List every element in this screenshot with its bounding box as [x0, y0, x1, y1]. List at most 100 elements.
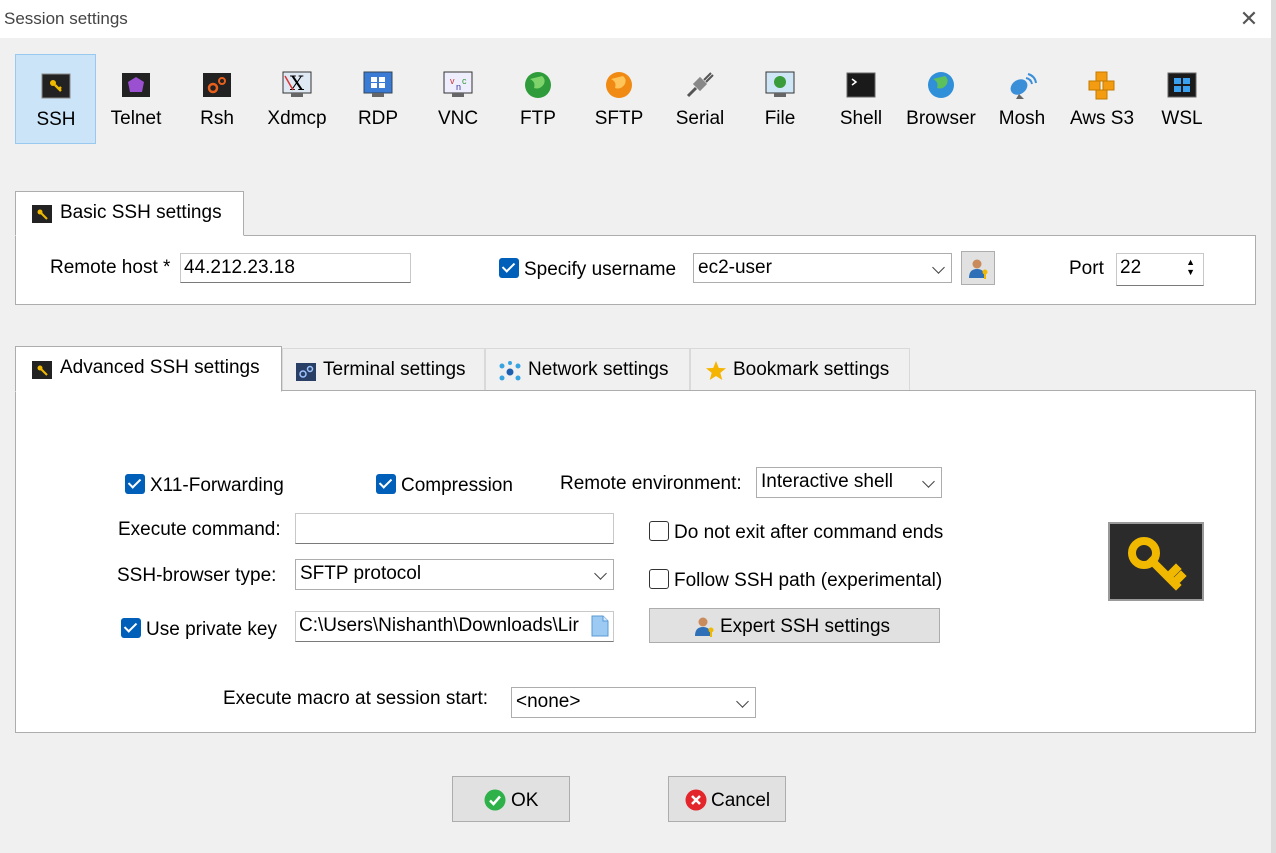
browser-globe-icon	[928, 72, 954, 98]
tab-terminal-settings[interactable]: Terminal settings	[282, 348, 485, 390]
session-type-label: Xdmcp	[267, 108, 327, 129]
session-type-label: Rsh	[200, 108, 234, 129]
private-key-path-value: C:\Users\Nishanth\Downloads\Lir	[299, 615, 579, 636]
tab-bookmark-settings[interactable]: Bookmark settings	[690, 348, 910, 390]
shell-terminal-icon	[846, 72, 876, 98]
tab-basic-ssh-settings[interactable]: Basic SSH settings	[15, 191, 244, 236]
remote-environment-select[interactable]: Interactive shell	[756, 467, 942, 498]
cancel-label: Cancel	[711, 790, 771, 811]
private-key-path-input[interactable]: C:\Users\Nishanth\Downloads\Lir	[295, 611, 614, 642]
close-icon[interactable]: ✕	[1234, 4, 1264, 34]
session-type-label: SFTP	[594, 108, 644, 129]
specify-username-checkbox[interactable]	[499, 258, 519, 278]
serial-plug-icon	[686, 72, 714, 98]
ssh-browser-type-select[interactable]: SFTP protocol	[295, 559, 614, 590]
username-combo[interactable]: ec2-user	[693, 253, 952, 283]
follow-ssh-path-checkbox[interactable]	[649, 569, 669, 589]
ssh-key-icon	[32, 205, 52, 223]
expert-ssh-settings-button[interactable]: Expert SSH settings	[649, 608, 940, 643]
ftp-globe-icon	[525, 72, 551, 98]
session-type-label: Mosh	[998, 108, 1046, 129]
session-type-xdmcp[interactable]: X Xdmcp	[257, 54, 337, 144]
cancel-circle-icon	[685, 789, 707, 811]
cancel-button[interactable]: Cancel	[668, 776, 786, 822]
aws-s3-icon	[1088, 71, 1115, 100]
svg-text:n: n	[456, 82, 461, 92]
tab-label: Advanced SSH settings	[60, 357, 260, 378]
xdmcp-icon: X	[282, 71, 312, 97]
remote-host-label: Remote host *	[50, 257, 171, 278]
expert-ssh-settings-label: Expert SSH settings	[720, 616, 891, 637]
session-type-label: Aws S3	[1069, 108, 1135, 129]
session-type-label: Browser	[906, 108, 976, 129]
username-value: ec2-user	[698, 257, 772, 278]
do-not-exit-label: Do not exit after command ends	[674, 522, 944, 543]
file-browse-icon[interactable]	[591, 615, 609, 637]
execute-command-input[interactable]	[295, 513, 614, 544]
tab-label: Terminal settings	[323, 359, 466, 380]
execute-command-label: Execute command:	[118, 519, 281, 540]
session-type-vnc[interactable]: vnc VNC	[418, 54, 498, 144]
execute-macro-value: <none>	[516, 691, 581, 712]
chevron-down-icon	[594, 567, 607, 580]
check-circle-icon	[484, 789, 506, 811]
user-key-icon	[969, 259, 988, 279]
network-nodes-icon	[499, 361, 521, 381]
tab-label: Basic SSH settings	[60, 202, 222, 223]
user-key-icon	[695, 617, 714, 637]
x11-forwarding-checkbox[interactable]	[125, 474, 145, 494]
spinner-arrows-icon[interactable]: ▲ ▼	[1186, 257, 1195, 277]
star-icon	[706, 361, 726, 380]
session-type-browser[interactable]: Browser	[901, 54, 981, 144]
terminal-gears-icon	[296, 363, 316, 381]
chevron-down-icon	[736, 695, 749, 708]
svg-text:c: c	[462, 76, 467, 86]
session-type-rsh[interactable]: Rsh	[177, 54, 257, 144]
port-spinner[interactable]: 22 ▲ ▼	[1116, 253, 1204, 286]
do-not-exit-checkbox[interactable]	[649, 521, 669, 541]
ok-button[interactable]: OK	[452, 776, 570, 822]
compression-checkbox[interactable]	[376, 474, 396, 494]
remote-environment-label: Remote environment:	[560, 473, 742, 494]
sftp-globe-icon	[606, 72, 632, 98]
window-edge	[1271, 0, 1276, 853]
session-type-rdp[interactable]: RDP	[338, 54, 418, 144]
session-type-wsl[interactable]: WSL	[1142, 54, 1222, 144]
wsl-windows-icon	[1167, 72, 1197, 98]
rsh-icon	[203, 73, 231, 97]
svg-text:v: v	[450, 76, 455, 86]
chevron-down-icon	[922, 475, 935, 488]
tab-network-settings[interactable]: Network settings	[485, 348, 690, 390]
ssh-browser-type-label: SSH-browser type:	[117, 565, 277, 586]
session-type-label: File	[764, 108, 796, 129]
session-type-telnet[interactable]: Telnet	[96, 54, 176, 144]
remote-environment-value: Interactive shell	[761, 471, 894, 492]
session-type-serial[interactable]: Serial	[660, 54, 740, 144]
execute-macro-label: Execute macro at session start:	[223, 688, 489, 709]
session-type-label: VNC	[437, 108, 479, 129]
execute-macro-select[interactable]: <none>	[511, 687, 756, 718]
session-type-sftp[interactable]: SFTP	[579, 54, 659, 144]
x11-forwarding-label: X11-Forwarding	[150, 475, 284, 496]
remote-host-input[interactable]: 44.212.23.18	[180, 253, 411, 283]
session-type-label: FTP	[520, 108, 556, 129]
session-type-shell[interactable]: Shell	[821, 54, 901, 144]
file-monitor-icon	[765, 71, 795, 97]
rdp-icon	[363, 71, 393, 97]
advanced-settings-panel	[15, 390, 1256, 733]
session-type-file[interactable]: File	[740, 54, 820, 144]
vnc-icon: vnc	[443, 71, 473, 97]
session-type-ssh[interactable]: SSH	[15, 54, 96, 144]
tab-advanced-ssh-settings[interactable]: Advanced SSH settings	[15, 346, 282, 392]
session-type-mosh[interactable]: Mosh	[982, 54, 1062, 144]
ssh-key-icon	[41, 73, 71, 99]
svg-text:X: X	[290, 71, 305, 95]
follow-ssh-path-label: Follow SSH path (experimental)	[674, 570, 943, 591]
user-credentials-button[interactable]	[961, 251, 995, 285]
ssh-browser-type-value: SFTP protocol	[300, 563, 422, 584]
session-type-ftp[interactable]: FTP	[498, 54, 578, 144]
use-private-key-checkbox[interactable]	[121, 618, 141, 638]
port-label: Port	[1069, 258, 1104, 279]
session-type-label: RDP	[357, 108, 399, 129]
session-type-aws-s3[interactable]: Aws S3	[1062, 54, 1142, 144]
